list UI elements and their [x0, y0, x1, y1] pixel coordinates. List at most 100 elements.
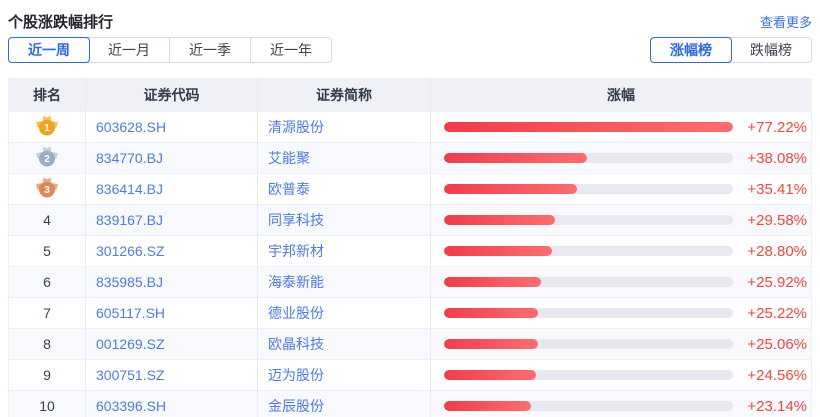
change-bar-track [444, 215, 733, 225]
rank-cell: 2 [9, 143, 86, 173]
change-bar-fill [444, 308, 538, 318]
table-row[interactable]: 1 603628.SH 清源股份 +77.22% [9, 111, 811, 142]
stock-name[interactable]: 迈为股份 [268, 365, 324, 385]
column-header-code: 证券代码 [86, 78, 258, 111]
rank-badge: 7 [43, 305, 51, 321]
view-more-link[interactable]: 查看更多 [760, 12, 812, 31]
stock-code[interactable]: 603628.SH [96, 119, 166, 135]
rank-badge: 1 [35, 114, 59, 140]
stock-name[interactable]: 清源股份 [268, 117, 324, 137]
stock-name[interactable]: 金辰股份 [268, 396, 324, 416]
stock-code[interactable]: 603396.SH [96, 398, 166, 414]
change-cell: +38.08% [431, 143, 811, 173]
stock-name[interactable]: 海泰新能 [268, 272, 324, 292]
change-cell: +77.22% [431, 112, 811, 142]
change-bar-fill [444, 246, 552, 256]
stock-name[interactable]: 宇邦新材 [268, 241, 324, 261]
column-header-name: 证券简称 [258, 78, 431, 111]
stock-code[interactable]: 605117.SH [96, 305, 165, 321]
controls-row: 近一周 近一月 近一季 近一年 涨幅榜 跌幅榜 [8, 36, 812, 64]
rank-medal-icon: 3 [35, 176, 59, 199]
change-bar-fill [444, 153, 587, 163]
code-cell: 603628.SH [86, 112, 258, 142]
name-cell: 欧普泰 [258, 174, 431, 204]
table-row[interactable]: 7 605117.SH 德业股份 +25.22% [9, 297, 811, 328]
code-cell: 835985.BJ [86, 267, 258, 297]
change-bar-track [444, 277, 733, 287]
rank-cell: 5 [9, 236, 86, 266]
svg-text:3: 3 [44, 185, 50, 196]
stock-code[interactable]: 301266.SZ [96, 243, 165, 259]
period-tab-group: 近一周 近一月 近一季 近一年 [8, 37, 332, 63]
change-bar-fill [444, 122, 733, 132]
board-tab-group: 涨幅榜 跌幅榜 [650, 37, 812, 63]
tab-board-gainers[interactable]: 涨幅榜 [650, 37, 732, 63]
table-row[interactable]: 10 603396.SH 金辰股份 +23.14% [9, 390, 811, 417]
change-percent: +25.22% [733, 305, 809, 322]
name-cell: 同享科技 [258, 205, 431, 235]
tab-board-losers[interactable]: 跌幅榜 [731, 38, 811, 62]
table-row[interactable]: 2 834770.BJ 艾能聚 +38.08% [9, 142, 811, 173]
name-cell: 德业股份 [258, 298, 431, 328]
ranking-table: 排名 证券代码 证券简称 涨幅 1 603628.SH 清源股份 +77.22%… [8, 78, 812, 417]
rank-badge: 3 [35, 176, 59, 202]
tab-period-quarter[interactable]: 近一季 [169, 38, 250, 62]
change-bar-fill [444, 370, 536, 380]
rank-cell: 1 [9, 112, 86, 142]
stock-name[interactable]: 艾能聚 [268, 148, 310, 168]
svg-text:2: 2 [44, 154, 50, 165]
stock-code[interactable]: 835985.BJ [96, 274, 163, 290]
change-percent: +38.08% [733, 150, 809, 167]
stock-name[interactable]: 德业股份 [268, 303, 324, 323]
change-bar-track [444, 122, 733, 132]
tab-period-month[interactable]: 近一月 [89, 38, 169, 62]
name-cell: 欧晶科技 [258, 329, 431, 359]
stock-name[interactable]: 欧晶科技 [268, 334, 324, 354]
stock-code[interactable]: 001269.SZ [96, 336, 165, 352]
change-bar-track [444, 339, 733, 349]
code-cell: 001269.SZ [86, 329, 258, 359]
panel-header: 个股涨跌幅排行 查看更多 [8, 10, 812, 32]
code-cell: 300751.SZ [86, 360, 258, 390]
change-cell: +35.41% [431, 174, 811, 204]
rank-cell: 9 [9, 360, 86, 390]
table-row[interactable]: 9 300751.SZ 迈为股份 +24.56% [9, 359, 811, 390]
stock-code[interactable]: 834770.BJ [96, 150, 163, 166]
rank-badge: 9 [43, 367, 51, 383]
change-bar-fill [444, 401, 531, 411]
table-row[interactable]: 3 836414.BJ 欧普泰 +35.41% [9, 173, 811, 204]
name-cell: 艾能聚 [258, 143, 431, 173]
rank-medal-icon: 1 [35, 114, 59, 137]
change-cell: +28.80% [431, 236, 811, 266]
stock-code[interactable]: 836414.BJ [96, 181, 163, 197]
table-row[interactable]: 6 835985.BJ 海泰新能 +25.92% [9, 266, 811, 297]
change-bar-track [444, 153, 733, 163]
table-row[interactable]: 5 301266.SZ 宇邦新材 +28.80% [9, 235, 811, 266]
stock-name[interactable]: 欧普泰 [268, 179, 310, 199]
change-cell: +25.22% [431, 298, 811, 328]
name-cell: 迈为股份 [258, 360, 431, 390]
stock-name[interactable]: 同享科技 [268, 210, 324, 230]
change-percent: +77.22% [733, 119, 809, 136]
change-cell: +25.06% [431, 329, 811, 359]
rank-cell: 3 [9, 174, 86, 204]
change-percent: +35.41% [733, 181, 809, 198]
change-percent: +23.14% [733, 398, 809, 415]
name-cell: 海泰新能 [258, 267, 431, 297]
rank-cell: 8 [9, 329, 86, 359]
rank-badge: 5 [43, 243, 51, 259]
rank-badge: 10 [39, 398, 55, 414]
column-header-change: 涨幅 [431, 78, 811, 111]
change-bar-track [444, 401, 733, 411]
rank-cell: 10 [9, 391, 86, 417]
code-cell: 603396.SH [86, 391, 258, 417]
code-cell: 839167.BJ [86, 205, 258, 235]
name-cell: 宇邦新材 [258, 236, 431, 266]
tab-period-year[interactable]: 近一年 [250, 38, 331, 62]
table-row[interactable]: 4 839167.BJ 同享科技 +29.58% [9, 204, 811, 235]
stock-code[interactable]: 300751.SZ [96, 367, 165, 383]
tab-period-week[interactable]: 近一周 [8, 37, 90, 63]
table-row[interactable]: 8 001269.SZ 欧晶科技 +25.06% [9, 328, 811, 359]
stock-code[interactable]: 839167.BJ [96, 212, 163, 228]
change-bar-fill [444, 215, 555, 225]
